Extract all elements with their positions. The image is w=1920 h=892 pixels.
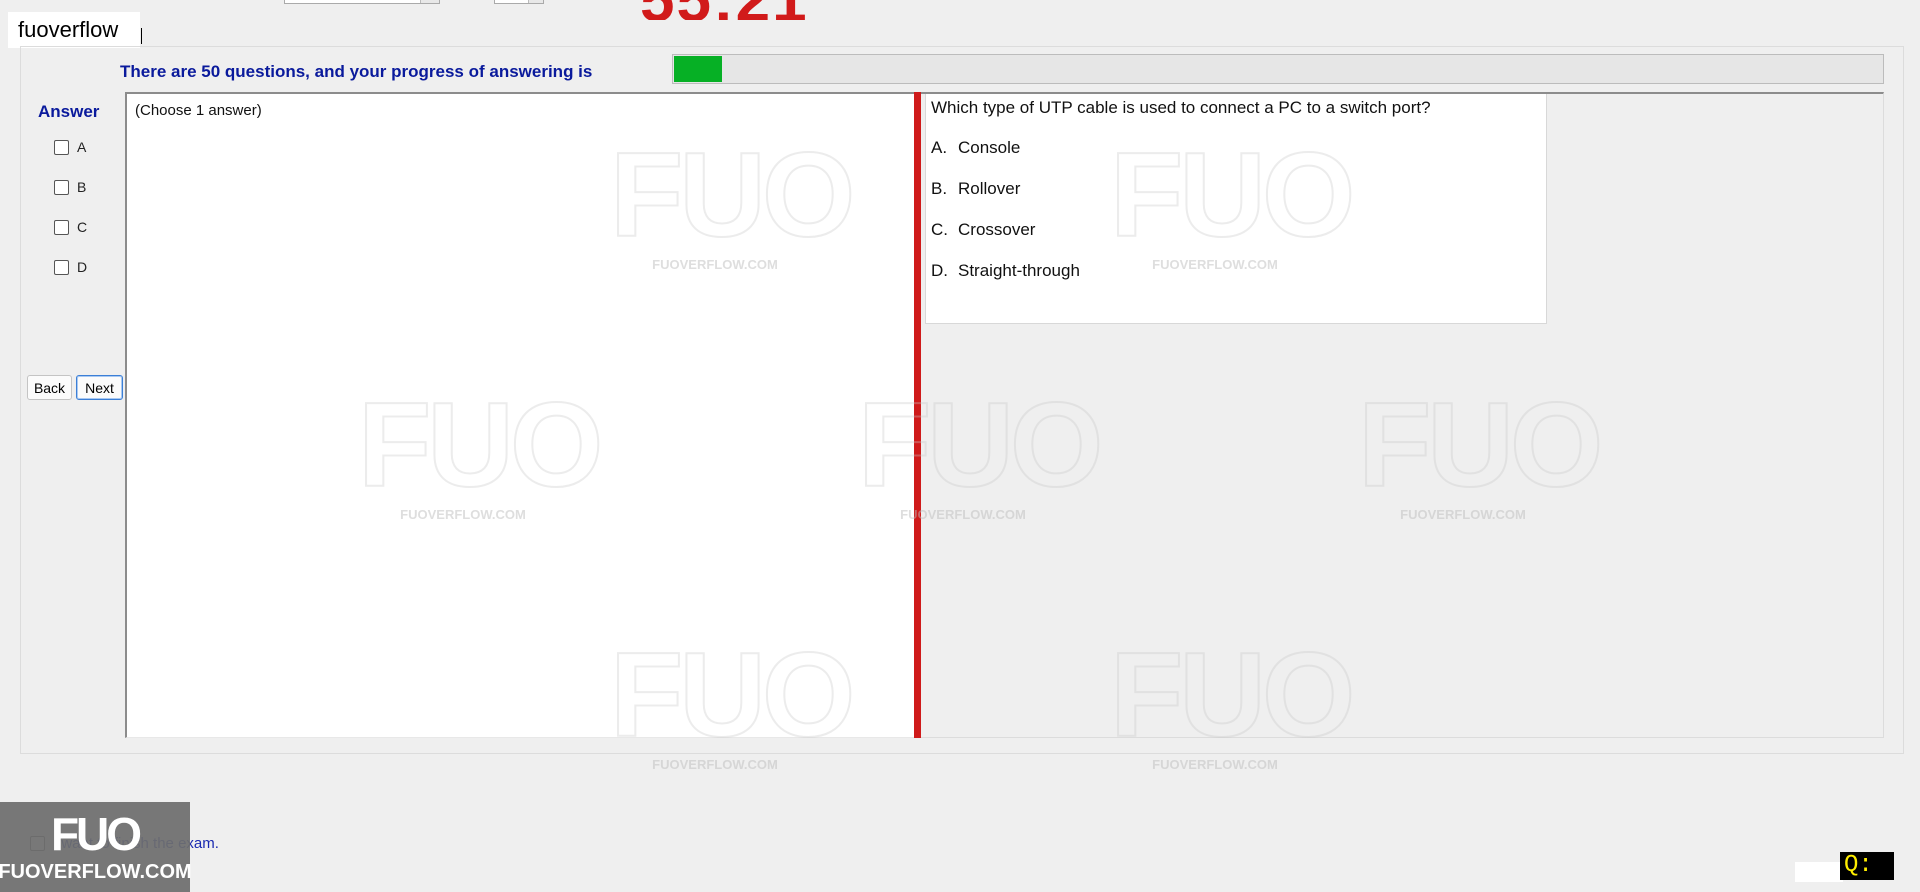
answer-heading: Answer — [38, 102, 100, 121]
answer-text-panel[interactable]: (Choose 1 answer) — [125, 92, 918, 738]
answer-a-checkbox[interactable] — [54, 139, 69, 155]
choose-instruction: (Choose 1 answer) — [135, 102, 262, 119]
top-spin-box[interactable] — [494, 0, 544, 4]
choice-b: B. Rollover — [931, 179, 1021, 198]
fuo-logo-mark: FUO — [50, 807, 142, 860]
progress-label: There are 50 questions, and your progres… — [120, 62, 593, 81]
fuoverflow-logo-badge: FUO FUOVERFLOW.COM — [0, 802, 192, 892]
exam-timer: 55:21 — [640, 0, 809, 20]
choice-a: A. Console — [931, 138, 1021, 157]
fuo-logo-text: FUOVERFLOW.COM — [0, 860, 192, 883]
next-button[interactable]: Next — [76, 375, 123, 400]
top-combo-box[interactable] — [284, 0, 440, 4]
brand-label: fuoverflow — [8, 12, 140, 48]
back-button[interactable]: Back — [27, 375, 72, 400]
answer-c-checkbox[interactable] — [54, 219, 69, 235]
choice-c: C. Crossover — [931, 220, 1036, 239]
answer-option-c[interactable]: C — [54, 219, 87, 235]
choice-d: D. Straight-through — [931, 261, 1080, 280]
progress-bar-fill — [674, 56, 722, 82]
answer-option-a[interactable]: A — [54, 139, 86, 155]
text-caret — [141, 28, 142, 44]
question-text: Which type of UTP cable is used to conne… — [931, 98, 1431, 117]
answer-option-label: D — [77, 259, 88, 275]
answer-d-checkbox[interactable] — [54, 259, 69, 275]
answer-option-label: A — [77, 139, 87, 155]
answer-b-checkbox[interactable] — [54, 179, 69, 195]
answer-option-d[interactable]: D — [54, 259, 87, 275]
question-counter: Q: 3 — [1840, 852, 1894, 880]
answer-option-label: C — [77, 219, 88, 235]
progress-bar — [672, 54, 1884, 84]
answer-option-label: B — [77, 179, 87, 195]
question-panel: Which type of UTP cable is used to conne… — [925, 94, 1547, 324]
panel-splitter[interactable] — [914, 92, 921, 738]
status-strip — [1795, 862, 1843, 882]
answer-option-b[interactable]: B — [54, 179, 86, 195]
